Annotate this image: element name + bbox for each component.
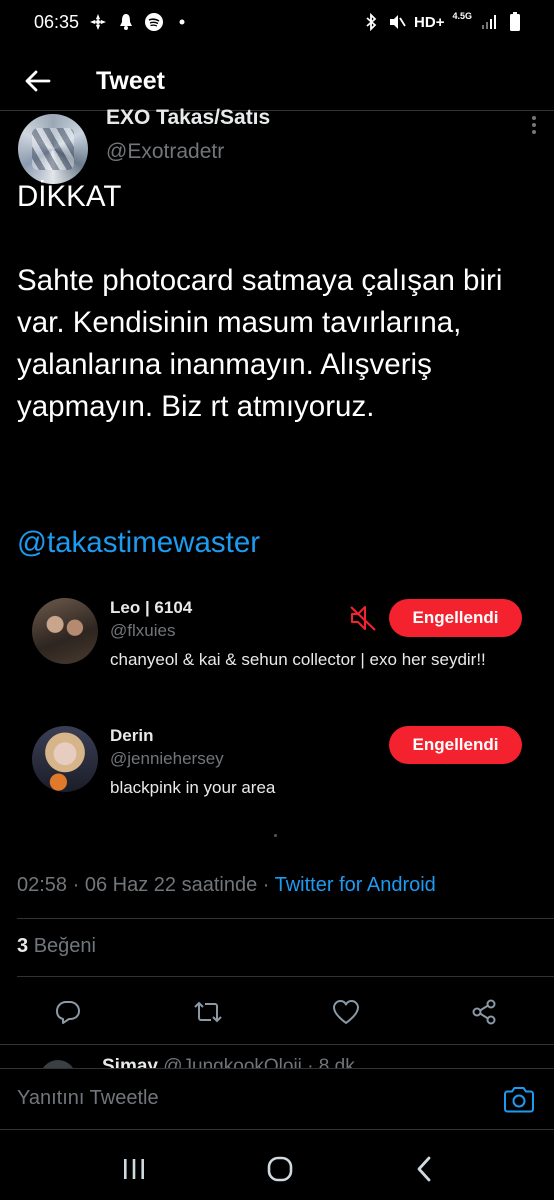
like-icon [333,1000,359,1024]
reply-header: Simay @JungkookOloji · 8 dk [102,1056,355,1068]
meta-separator: · [307,1056,319,1068]
user-name[interactable]: Leo | 6104 [110,598,192,618]
dot-icon [173,13,191,31]
more-options-icon[interactable] [532,116,538,137]
divider [17,976,554,977]
status-right: HD+ 4.5G [362,11,524,31]
share-button[interactable] [464,992,504,1032]
divider [17,918,554,919]
tweet-meta: 02:58 · 06 Haz 22 saatinde · Twitter for… [17,874,436,897]
camera-icon [504,1087,534,1113]
tweet-author: EXO Takas/Satış @Exotradetr [18,106,538,184]
tweet-date: 06 Haz 22 saatinde [84,874,258,896]
camera-button[interactable] [502,1084,536,1116]
reply-handle: @JungkookOloji [163,1056,302,1068]
blocked-user-card[interactable]: Leo | 6104 @flxuies chanyeol & kai & seh… [32,598,532,698]
arrow-left-icon [25,70,51,92]
reply-avatar [40,1060,76,1068]
reply-bar [0,1068,554,1130]
meta-separator: · [72,874,85,896]
reply-name: Simay [102,1056,158,1068]
author-name[interactable]: EXO Takas/Satış [106,106,270,124]
share-icon [472,999,496,1025]
android-nav-bar [0,1134,554,1200]
home-button[interactable] [260,1152,300,1186]
user-name[interactable]: Derin [110,726,153,746]
notification-icon [117,13,135,31]
likes-label: Beğeni [33,935,96,957]
separator-dot [274,834,277,837]
tweet-actions [0,992,554,1032]
reply-icon [56,1001,80,1024]
user-avatar[interactable] [32,726,98,792]
bluetooth-icon [362,13,380,31]
pinwheel-icon [89,13,107,31]
blocked-user-card[interactable]: Derin @jenniehersey blackpink in your ar… [32,726,532,806]
top-bar: Tweet [0,52,554,110]
author-handle[interactable]: @Exotradetr [106,140,224,164]
reply-preview[interactable]: Simay @JungkookOloji · 8 dk [40,1050,520,1068]
meta-separator: · [262,874,275,896]
recent-apps-button[interactable] [114,1152,154,1186]
tweet-source-link[interactable]: Twitter for Android [275,874,436,896]
network-type: 4.5G [452,11,472,21]
author-avatar[interactable] [18,114,88,184]
user-avatar[interactable] [32,598,98,664]
spotify-icon [145,13,164,31]
blocked-button[interactable]: Engellendi [389,599,522,637]
tweet-mention-link[interactable]: @takastimewaster [17,526,260,560]
status-time: 06:35 [34,11,80,32]
retweet-icon [194,1001,222,1023]
network-label: HD+ [414,13,445,31]
divider [0,1044,554,1045]
back-button[interactable] [18,61,58,101]
user-bio: blackpink in your area [110,778,276,797]
status-bar: 06:35 HD+ 4.5G [0,0,554,44]
reply-input[interactable] [17,1087,457,1110]
user-handle: @jenniehersey [110,749,224,768]
user-bio: chanyeol & kai & sehun collector | exo h… [110,650,486,669]
likes-count[interactable]: 3 Beğeni [17,935,96,958]
status-left: 06:35 [34,12,191,33]
top-bar-divider [0,110,554,111]
page-title: Tweet [96,66,165,95]
user-handle: @flxuies [110,621,176,640]
recent-apps-icon [124,1159,144,1179]
chevron-left-icon [417,1156,431,1182]
mute-icon [388,13,406,31]
signal-icon [480,13,498,31]
battery-icon [506,12,524,31]
likes-number: 3 [17,935,29,957]
muted-speaker-icon[interactable] [348,603,378,633]
reply-time: 8 dk [318,1056,355,1068]
home-icon [267,1156,293,1182]
nav-back-button[interactable] [404,1152,444,1186]
tweet-time: 02:58 [17,874,68,896]
tweet-text: DİKKAT Sahte photocard satmaya çalışan b… [17,180,503,423]
blocked-button[interactable]: Engellendi [389,726,522,764]
like-button[interactable] [326,992,366,1032]
retweet-button[interactable] [188,992,228,1032]
reply-button[interactable] [48,992,88,1032]
